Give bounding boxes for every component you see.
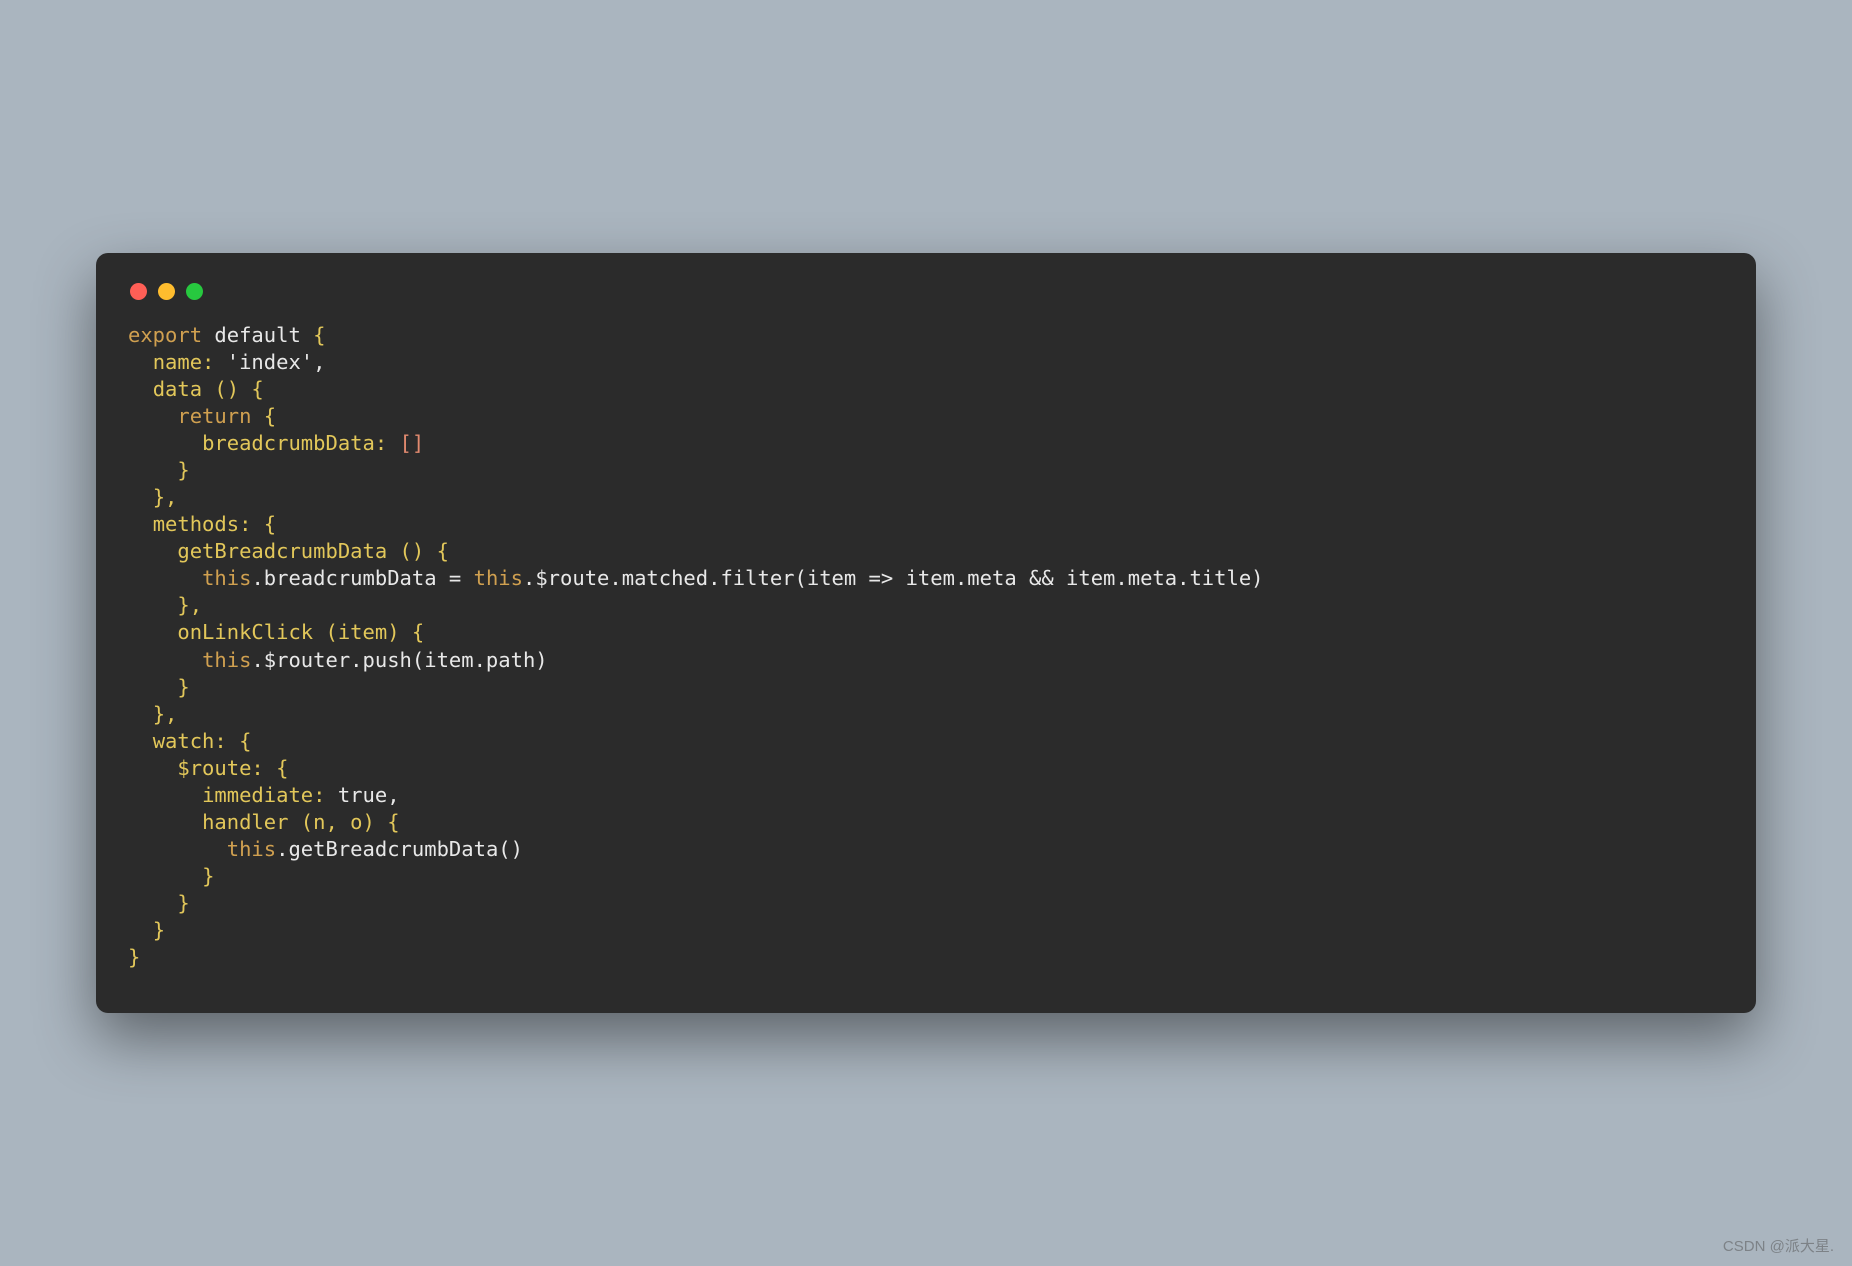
keyword-export: export xyxy=(128,323,202,347)
window-titlebar xyxy=(128,277,1724,322)
code-text: .breadcrumbData = xyxy=(251,566,473,590)
brace: }, xyxy=(153,485,178,509)
brace: } xyxy=(177,891,189,915)
brace: { xyxy=(251,512,276,536)
value-true: true, xyxy=(325,783,399,807)
brace: (n, o) { xyxy=(288,810,399,834)
method-handler: handler xyxy=(202,810,288,834)
code-text: .$route.matched.filter(item => item.meta… xyxy=(523,566,1264,590)
keyword-default: default xyxy=(214,323,300,347)
prop-immediate: immediate: xyxy=(202,783,325,807)
brace: } xyxy=(153,918,165,942)
prop-breadcrumb: breadcrumbData: xyxy=(202,431,387,455)
keyword-this: this xyxy=(227,837,276,861)
brace: { xyxy=(301,323,326,347)
code-window: export default { name: 'index', data () … xyxy=(96,253,1756,1013)
brace: { xyxy=(251,404,276,428)
string-value: 'index', xyxy=(214,350,325,374)
watermark-text: CSDN @派大星. xyxy=(1723,1235,1834,1256)
prop-watch: watch: xyxy=(153,729,227,753)
keyword-this: this xyxy=(474,566,523,590)
maximize-icon[interactable] xyxy=(186,283,203,300)
brace: () { xyxy=(202,377,264,401)
minimize-icon[interactable] xyxy=(158,283,175,300)
brace: (item) { xyxy=(313,620,424,644)
code-text: .$router.push(item.path) xyxy=(251,648,547,672)
brace: { xyxy=(264,756,289,780)
brace: () { xyxy=(387,539,449,563)
keyword-return: return xyxy=(177,404,251,428)
code-block: export default { name: 'index', data () … xyxy=(128,322,1724,971)
close-icon[interactable] xyxy=(130,283,147,300)
brace: { xyxy=(227,729,252,753)
prop-methods: methods: xyxy=(153,512,252,536)
brace: } xyxy=(202,864,214,888)
prop-data: data xyxy=(153,377,202,401)
brace: } xyxy=(177,675,189,699)
keyword-this: this xyxy=(202,648,251,672)
array-literal: [] xyxy=(387,431,424,455)
brace: }, xyxy=(177,593,202,617)
method-getbreadcrumb: getBreadcrumbData xyxy=(177,539,387,563)
prop-name: name: xyxy=(153,350,215,374)
prop-route: $route: xyxy=(177,756,263,780)
brace: } xyxy=(128,945,140,969)
code-text: .getBreadcrumbData() xyxy=(276,837,523,861)
brace: }, xyxy=(153,702,178,726)
keyword-this: this xyxy=(202,566,251,590)
brace: } xyxy=(177,458,189,482)
method-onlinkclick: onLinkClick xyxy=(177,620,313,644)
